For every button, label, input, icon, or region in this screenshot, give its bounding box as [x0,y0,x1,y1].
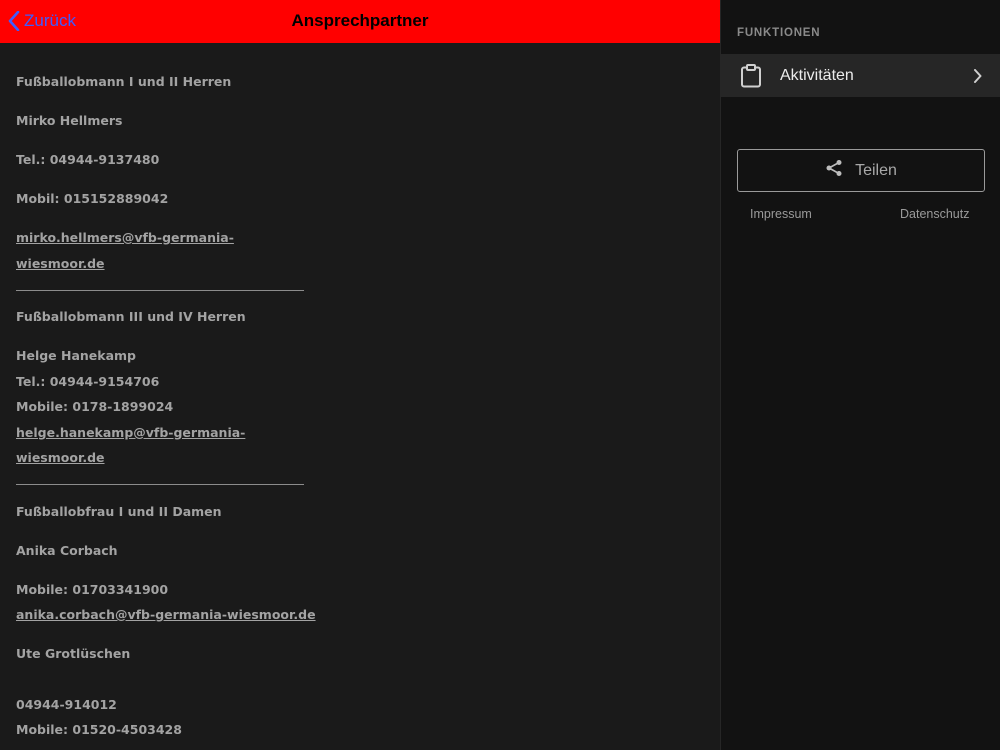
share-icon [825,159,843,182]
contact-email-link[interactable]: helge.hanekamp@vfb-germania- [16,425,245,440]
contact-mobile: Mobile: 0178-1899024 [16,399,174,414]
contact-name: Helge Hanekamp [16,348,136,363]
contact-tel: Tel.: 04944-9137480 [16,152,160,167]
contact-mobile: Mobil: 015152889042 [16,191,169,206]
page-title: Ansprechpartner [291,11,429,30]
contact-mobile: Mobile: 01703341900 [16,582,169,597]
contact-role: Fußballobfrau I und II Damen [16,504,222,519]
contact-name: Anika Corbach [16,543,118,558]
impressum-link[interactable]: Impressum [750,207,812,221]
chevron-right-icon [973,69,982,88]
sidebar: FUNKTIONEN Aktivitäten Teilen Impressum … [720,0,1000,750]
contact-phone: 04944-914012 [16,697,117,712]
contact-email-link[interactable]: anika.corbach@vfb-germania-wiesmoor.de [16,607,316,622]
share-button[interactable]: Teilen [737,149,985,192]
nav-bar: Zurück Ansprechpartner [0,0,720,43]
contact-tel: Tel.: 04944-9154706 [16,374,160,389]
contact-role: Fußballobmann I und II Herren [16,74,232,89]
contact-email-link[interactable]: mirko.hellmers@vfb-germania- [16,230,234,245]
contact-email-link-cont[interactable]: wiesmoor.de [16,450,105,465]
clipboard-icon [740,64,762,93]
datenschutz-link[interactable]: Datenschutz [900,207,969,221]
contact-mobile: Mobile: 01520-4503428 [16,722,182,737]
contact-email-link-cont[interactable]: wiesmoor.de [16,256,105,271]
share-label: Teilen [855,161,897,179]
contact-role: Fußballobmann III und IV Herren [16,309,246,324]
activities-label: Aktivitäten [780,67,854,84]
contact-name: Mirko Hellmers [16,113,123,128]
divider [16,290,304,291]
divider [16,484,304,485]
contact-name: Ute Grotlüschen [16,646,131,661]
main-content: Zurück Ansprechpartner Fußballobmann I u… [0,0,720,750]
section-title: FUNKTIONEN [737,27,821,39]
activities-menu-item[interactable]: Aktivitäten [721,54,1000,97]
